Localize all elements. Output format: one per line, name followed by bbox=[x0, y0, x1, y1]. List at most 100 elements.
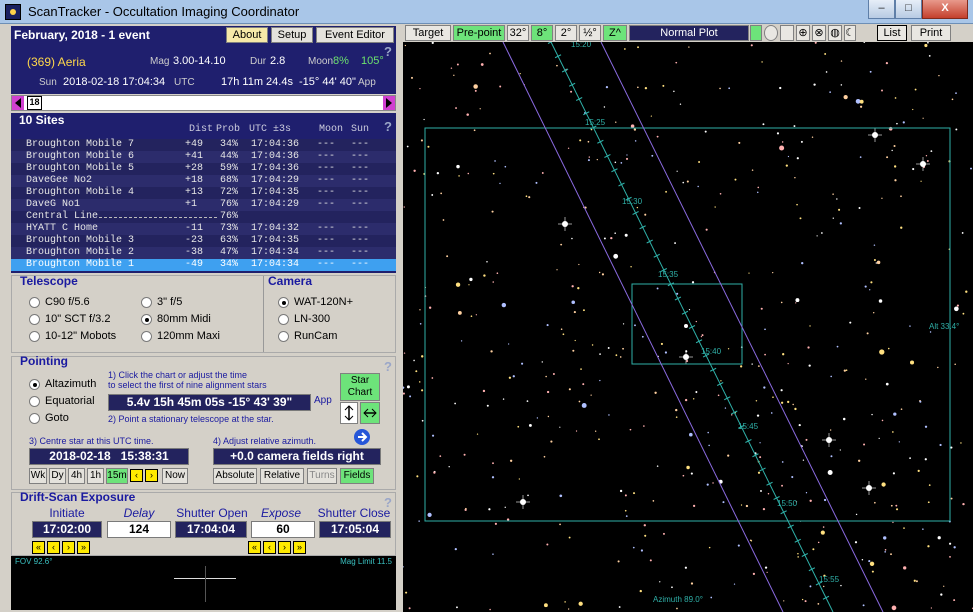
field-32-button[interactable]: 32° bbox=[507, 25, 529, 41]
prepoint-button[interactable]: Pre-point bbox=[453, 25, 505, 41]
telescope-option-80mm[interactable]: 80mm Midi bbox=[141, 313, 211, 325]
expose-back-button[interactable]: ‹ bbox=[263, 541, 276, 554]
radio-dot[interactable] bbox=[141, 296, 152, 308]
slider-left-arrow[interactable] bbox=[12, 96, 24, 110]
azimuth-absolute-button[interactable]: Absolute bbox=[213, 468, 257, 484]
site-row[interactable]: Broughton Mobile 4 +13 72% 17:04:35 --- --- bbox=[11, 187, 396, 199]
vertical-flip-button[interactable] bbox=[340, 402, 358, 424]
radio-dot[interactable] bbox=[29, 313, 40, 325]
time-step-4h-button[interactable]: 4h bbox=[68, 468, 85, 484]
close-button[interactable]: X bbox=[922, 0, 968, 19]
expose-fastforward-button[interactable]: » bbox=[293, 541, 306, 554]
horizontal-flip-button[interactable] bbox=[360, 402, 380, 424]
camera-option-runcam[interactable]: RunCam bbox=[278, 330, 337, 342]
camera-option-ln300[interactable]: LN-300 bbox=[278, 313, 330, 325]
site-row[interactable]: HYATT C Home -11 73% 17:04:32 --- --- bbox=[11, 223, 396, 235]
camera-option-wat120[interactable]: WAT-120N+ bbox=[278, 296, 353, 308]
field-2-button[interactable]: 2° bbox=[555, 25, 577, 41]
radio-dot[interactable] bbox=[278, 330, 289, 342]
radio-dot[interactable] bbox=[29, 378, 40, 390]
radio-dot[interactable] bbox=[29, 412, 40, 424]
finder-view[interactable]: FOV 92.6° Mag Limit 11.5 bbox=[11, 556, 396, 610]
telescope-option-3in[interactable]: 3" f/5 bbox=[141, 296, 182, 308]
square-toggle[interactable] bbox=[750, 25, 762, 41]
expose-forward-button[interactable]: › bbox=[278, 541, 291, 554]
time-step-wk-button[interactable]: Wk bbox=[29, 468, 47, 484]
site-row[interactable]: Broughton Mobile 5 +28 59% 17:04:36 --- --- bbox=[11, 163, 396, 175]
dur-label: Dur bbox=[250, 56, 267, 67]
central-line-row[interactable]: Central Line 76% bbox=[11, 211, 396, 223]
azimuth-fields-button[interactable]: Fields bbox=[340, 468, 374, 484]
time-step-15m-button[interactable]: 15m bbox=[106, 468, 128, 484]
centre-time-field[interactable]: 2018-02-18 15:38:31 bbox=[29, 448, 189, 465]
field-half-button[interactable]: ½° bbox=[579, 25, 601, 41]
globe-icon[interactable]: ◍ bbox=[828, 25, 842, 41]
tab-setup[interactable]: Setup bbox=[271, 27, 313, 43]
time-forward-button[interactable]: › bbox=[145, 469, 158, 482]
date-slider[interactable]: 18 bbox=[11, 95, 396, 111]
telescope-option-mobots[interactable]: 10-12" Mobots bbox=[29, 330, 116, 342]
circle-toggle[interactable] bbox=[764, 25, 778, 41]
telescope-option-10sct[interactable]: 10" SCT f/3.2 bbox=[29, 313, 110, 325]
site-row[interactable]: Broughton Mobile 1 -49 34% 17:04:34 --- --- bbox=[11, 259, 396, 271]
radio-dot[interactable] bbox=[278, 313, 289, 325]
star-chart[interactable]: 15:20 15:25 15:30 15:35 15:40 15:45 15:50 15:55… bbox=[403, 42, 973, 612]
plot-mode-select[interactable]: Normal Plot bbox=[629, 25, 749, 41]
relative-azimuth-field[interactable]: +0.0 camera fields right bbox=[213, 448, 381, 465]
crosshair-icon[interactable]: ⊕ bbox=[796, 25, 810, 41]
list-button[interactable]: List bbox=[877, 25, 907, 41]
expose-value[interactable]: 60 bbox=[251, 521, 315, 538]
delay-value[interactable]: 124 bbox=[107, 521, 171, 538]
initiate-rewind-button[interactable]: « bbox=[32, 541, 45, 554]
radio-dot[interactable] bbox=[141, 313, 152, 325]
mode-goto[interactable]: Goto bbox=[29, 412, 69, 424]
site-row[interactable]: Broughton Mobile 7 +49 34% 17:04:36 --- --- bbox=[11, 139, 396, 151]
initiate-fastforward-button[interactable]: » bbox=[77, 541, 90, 554]
field-8-button[interactable]: 8° bbox=[531, 25, 553, 41]
mode-altazimuth[interactable]: Altazimuth bbox=[29, 378, 96, 390]
telescope-option-c90[interactable]: C90 f/5.6 bbox=[29, 296, 90, 308]
help-icon[interactable]: ? bbox=[384, 44, 392, 59]
radio-dot[interactable] bbox=[29, 395, 40, 407]
pointing-help-icon[interactable]: ? bbox=[384, 359, 392, 374]
radio-dot[interactable] bbox=[29, 296, 40, 308]
mode-equatorial[interactable]: Equatorial bbox=[29, 395, 95, 407]
site-row[interactable]: DaveGee No2 +18 68% 17:04:29 --- --- bbox=[11, 175, 396, 187]
radio-dot[interactable] bbox=[141, 330, 152, 342]
tab-about[interactable]: About bbox=[226, 27, 268, 43]
maximize-button[interactable]: □ bbox=[895, 0, 922, 19]
star-chart-button[interactable]: Star Chart bbox=[340, 373, 380, 401]
azimuth-relative-button[interactable]: Relative bbox=[260, 468, 304, 484]
initiate-back-button[interactable]: ‹ bbox=[47, 541, 60, 554]
now-button[interactable]: Now bbox=[162, 468, 188, 484]
radio-dot[interactable] bbox=[278, 296, 289, 308]
initiate-forward-button[interactable]: › bbox=[62, 541, 75, 554]
site-row[interactable]: Broughton Mobile 2 -38 47% 17:04:34 --- --- bbox=[11, 247, 396, 259]
alignment-star-coords[interactable]: 5.4v 15h 45m 05s -15° 43' 39" bbox=[108, 394, 311, 411]
site-row[interactable]: Broughton Mobile 6 +41 44% 17:04:36 --- --- bbox=[11, 151, 396, 163]
day-marker[interactable]: 18 bbox=[27, 96, 42, 110]
next-arrow-icon[interactable] bbox=[354, 429, 370, 445]
minimize-button[interactable]: – bbox=[868, 0, 895, 19]
star bbox=[556, 269, 558, 271]
time-step-1h-button[interactable]: 1h bbox=[87, 468, 104, 484]
time-back-button[interactable]: ‹ bbox=[130, 469, 143, 482]
expose-rewind-button[interactable]: « bbox=[248, 541, 261, 554]
tab-event-editor[interactable]: Event Editor bbox=[316, 27, 394, 43]
star bbox=[798, 423, 801, 427]
telescope-option-120mm[interactable]: 120mm Maxi bbox=[141, 330, 220, 342]
initiate-time[interactable]: 17:02:00 bbox=[32, 521, 102, 538]
zoom-button[interactable]: Z^ bbox=[603, 25, 627, 41]
radio-dot[interactable] bbox=[29, 330, 40, 342]
star bbox=[875, 262, 877, 264]
time-step-dy-button[interactable]: Dy bbox=[49, 468, 66, 484]
target-button[interactable]: Target bbox=[405, 25, 451, 41]
site-row[interactable]: Broughton Mobile 3 -23 63% 17:04:35 --- --- bbox=[11, 235, 396, 247]
azimuth-turns-button[interactable]: Turns bbox=[307, 468, 337, 484]
slider-right-arrow[interactable] bbox=[383, 96, 395, 110]
print-button[interactable]: Print bbox=[911, 25, 951, 41]
target-icon[interactable]: ⊗ bbox=[812, 25, 826, 41]
site-row[interactable]: DaveG No1 +1 76% 17:04:29 --- --- bbox=[11, 199, 396, 211]
moon-icon[interactable]: ☾ bbox=[844, 25, 856, 41]
grid-toggle[interactable] bbox=[780, 25, 794, 41]
